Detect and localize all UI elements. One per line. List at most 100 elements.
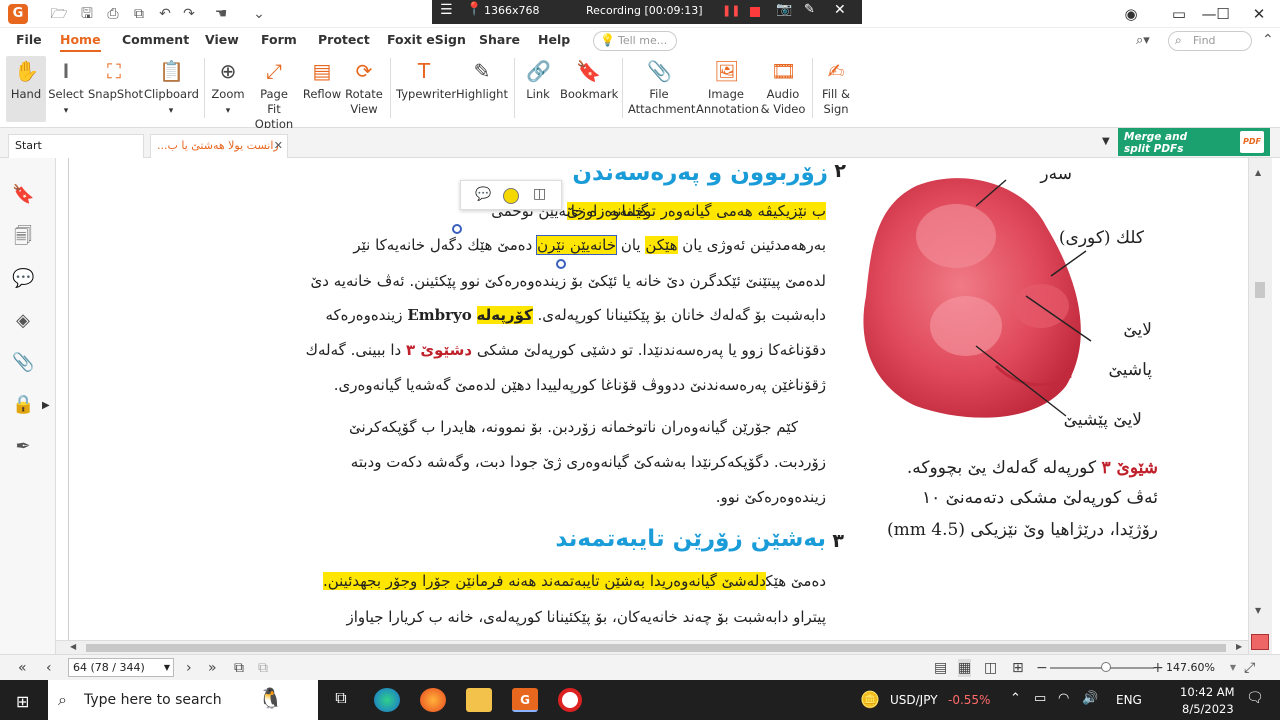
image-annotation-button[interactable]: 🖼 Image Annotation [696,56,759,117]
typewriter-button[interactable]: T Typewriter [396,56,456,102]
tab-share[interactable]: Share [479,32,520,47]
security-panel-icon[interactable]: 🔒 [12,394,34,416]
horizontal-scroll-thumb[interactable] [86,644,1226,652]
pause-icon[interactable]: ❚❚ [722,4,740,17]
zoom-in-icon[interactable]: + [1152,659,1164,677]
undo-icon[interactable]: ↶ [156,5,174,23]
selected-highlight-annotation[interactable]: خانەيێن نێرن [536,235,618,255]
zoom-button[interactable]: ⊕ Zoom ▾ [210,56,246,119]
color-picker-icon[interactable] [503,188,519,204]
scroll-left-icon[interactable]: ◀ [70,642,76,651]
language-indicator[interactable]: ENG [1116,693,1142,707]
network-icon[interactable]: ▭ [1034,691,1046,706]
copy-icon[interactable]: ⧉ [130,5,148,23]
continuous-view-icon[interactable]: ▦ [958,659,972,677]
hand-tool-button[interactable]: ✋ Hand [6,56,46,122]
tab-form[interactable]: Form [261,32,297,47]
open-icon[interactable]: 🗁 [50,5,68,23]
fill-sign-button[interactable]: ✍ Fill & Sign [818,56,854,117]
audio-video-button[interactable]: 🎞 Audio & Video [760,56,806,117]
edge-icon[interactable] [374,688,400,712]
bookmark-button[interactable]: 🔖 Bookmark [560,56,618,102]
selection-handle-end[interactable] [556,259,566,269]
fullscreen-icon[interactable]: ⤢ [1244,659,1255,677]
file-attachment-button[interactable]: 📎 File Attachment [628,56,695,117]
highlight-annotation[interactable]: هێكن [645,236,678,254]
clock-date[interactable]: 8/5/2023 [1182,702,1234,716]
expand-panel-icon[interactable]: ▶ [42,400,50,411]
previous-page-icon[interactable]: ‹ [46,659,52,677]
tab-help[interactable]: Help [538,32,570,47]
tab-file[interactable]: File [16,32,42,47]
attachments-panel-icon[interactable]: 📎 [12,352,34,374]
customize-dropdown-icon[interactable]: ⌄ [250,5,268,23]
recorder-corner-icon[interactable] [1251,634,1269,650]
facing-view-icon[interactable]: ◫ [984,659,997,677]
camera-icon[interactable]: 📷 [776,2,792,17]
single-page-view-icon[interactable]: ▤ [934,659,947,677]
highlight-annotation[interactable]: كۆرپەلە [476,306,533,324]
clipboard-button[interactable]: 📋 Clipboard ▾ [144,56,199,119]
scroll-right-icon[interactable]: ▶ [1236,642,1242,651]
continuous-facing-view-icon[interactable]: ⊞ [1012,659,1024,677]
zoom-out-icon[interactable]: − [1036,659,1048,677]
zoom-dropdown-icon[interactable]: ▼ [1230,659,1236,677]
merge-split-banner[interactable]: Merge and split PDFs PDF [1118,128,1270,156]
close-window-icon[interactable]: ✕ [1248,4,1270,24]
stop-icon[interactable] [750,7,760,17]
first-page-icon[interactable]: « [18,659,27,677]
comment-icon[interactable]: 💬 [475,187,491,202]
zoom-level-select[interactable]: 147.60% ▼ [1166,659,1238,677]
reflow-button[interactable]: ▤ Reflow [302,56,342,102]
file-explorer-icon[interactable] [466,688,492,712]
foxit-logo-icon[interactable]: G [8,4,28,24]
select-tool-button[interactable]: 𝐈 Select ▾ [48,56,84,119]
print-icon[interactable]: ⎙ [104,5,122,23]
maximize-icon[interactable]: ☐ [1212,4,1234,24]
vertical-scrollbar[interactable]: ▲ ▼ [1248,158,1272,654]
highlight-button[interactable]: ✎ Highlight [456,56,508,102]
zoom-slider-thumb[interactable] [1101,662,1111,672]
foxit-taskbar-icon[interactable]: G [512,688,538,712]
page-fit-option-button[interactable]: ⤢ Page Fit Option [252,56,296,132]
task-view-icon[interactable]: ⧉ [328,688,354,712]
tab-document[interactable]: ...زانست يولا هەشتێ يا ب ✕ [150,134,288,158]
scroll-up-icon[interactable]: ▲ [1255,168,1261,177]
search-options-icon[interactable]: ⌕▾ [1136,33,1150,48]
vertical-scroll-thumb[interactable] [1255,282,1265,298]
notification-icon[interactable]: 🗨 [1246,690,1264,706]
account-icon[interactable]: ◉ [1120,4,1142,24]
menu-icon[interactable]: ☰ [440,2,453,18]
tab-protect[interactable]: Protect [318,32,370,47]
tab-comment[interactable]: Comment [122,32,189,47]
tab-start[interactable]: Start [8,134,144,158]
horizontal-scrollbar[interactable]: ◀ ▶ [56,640,1248,654]
firefox-icon[interactable] [420,688,446,712]
close-recording-icon[interactable]: ✕ [834,2,846,18]
properties-icon[interactable]: ◫ [533,186,546,202]
tab-view[interactable]: View [205,32,239,47]
tab-foxit-esign[interactable]: Foxit eSign [387,32,466,47]
pen-icon[interactable]: ✎ [804,2,815,17]
rotate-view-button[interactable]: ⟳ Rotate View [344,56,384,117]
last-page-icon[interactable]: » [208,659,217,677]
pin-icon[interactable]: 📍 [466,2,482,17]
windows-start-icon[interactable]: ⊞ [16,692,29,711]
insert-pages-icon[interactable]: ⧉ [258,659,268,677]
link-button[interactable]: 🔗 Link [520,56,556,102]
page-dropdown-icon[interactable]: ▼ [164,659,170,676]
layers-panel-icon[interactable]: ◈ [12,310,34,332]
hand-tool-dropdown-icon[interactable]: ☚ [212,5,230,23]
selection-handle-start[interactable] [452,224,462,234]
collapse-ribbon-icon[interactable]: ⌃ [1262,32,1274,48]
recorder-taskbar-icon[interactable] [558,688,582,712]
clock-time[interactable]: 10:42 AM [1180,685,1235,699]
redo-icon[interactable]: ↷ [180,5,198,23]
volume-icon[interactable]: 🔊 [1082,691,1098,706]
wifi-icon[interactable]: ◠ [1058,691,1069,706]
document-page[interactable]: زۆربوون و پەرەسەندن ٢ ب نێزيكيڤە هەمى گي… [56,158,1248,640]
tab-home[interactable]: Home [60,32,101,52]
tray-overflow-icon[interactable]: ⌃ [1010,691,1021,706]
scroll-down-icon[interactable]: ▼ [1255,606,1261,615]
save-icon[interactable]: 🖫 [78,5,96,23]
